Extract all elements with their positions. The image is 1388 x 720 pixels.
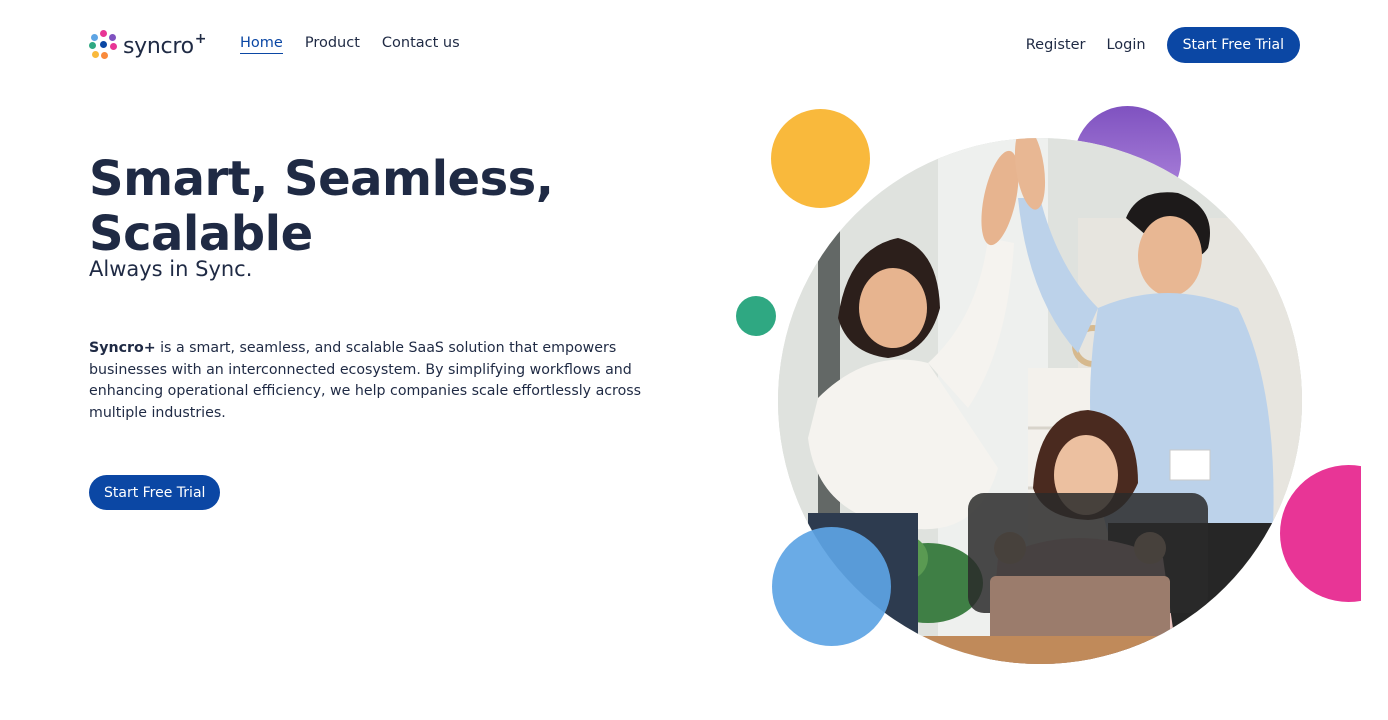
brand-logo[interactable]: syncro+ bbox=[89, 30, 206, 60]
header-start-trial-button[interactable]: Start Free Trial bbox=[1166, 27, 1300, 63]
header-actions: Register Login Start Free Trial bbox=[1026, 27, 1300, 63]
nav-item-product[interactable]: Product bbox=[305, 35, 360, 54]
pink-accent-circle bbox=[1280, 465, 1361, 602]
hero-subheadline: Always in Sync. bbox=[89, 257, 253, 281]
yellow-accent-circle bbox=[771, 109, 870, 208]
brand-name: syncro+ bbox=[123, 31, 207, 59]
description-brand: Syncro+ bbox=[89, 340, 156, 356]
register-link[interactable]: Register bbox=[1026, 37, 1086, 53]
hero-headline: Smart, Seamless, Scalable bbox=[89, 151, 554, 262]
pink-accent-clip bbox=[1280, 460, 1361, 610]
logo-dots-icon bbox=[89, 30, 119, 60]
hero-description: Syncro+ is a smart, seamless, and scalab… bbox=[89, 338, 659, 424]
nav-item-contact[interactable]: Contact us bbox=[382, 35, 460, 54]
green-accent-circle bbox=[736, 296, 776, 336]
site-header: syncro+ Home Product Contact us Register… bbox=[0, 0, 1388, 90]
main-nav: Home Product Contact us bbox=[240, 35, 460, 54]
nav-item-home[interactable]: Home bbox=[240, 35, 283, 54]
login-link[interactable]: Login bbox=[1106, 37, 1145, 53]
blue-accent-circle bbox=[772, 527, 891, 646]
description-text: is a smart, seamless, and scalable SaaS … bbox=[89, 340, 642, 421]
hero-start-trial-button[interactable]: Start Free Trial bbox=[89, 475, 221, 510]
